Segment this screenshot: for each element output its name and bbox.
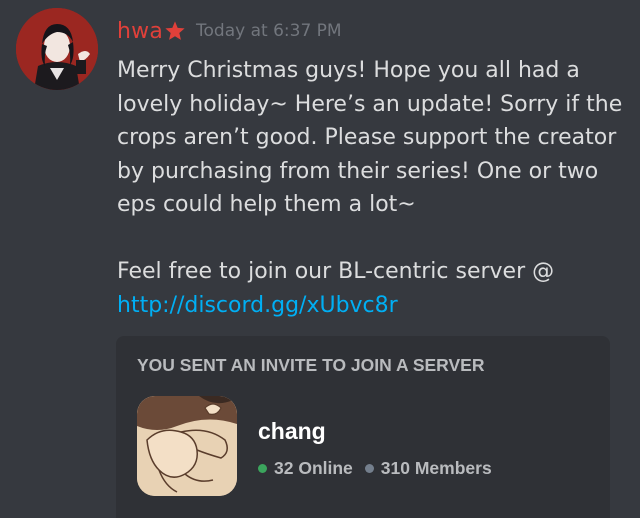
message-header: hwa Today at 6:37 PM (117, 14, 342, 48)
message-line: Merry Christmas guys! Hope you all had a (117, 58, 580, 83)
online-count: 32 Online (274, 458, 353, 478)
server-invite-card: YOU SENT AN INVITE TO JOIN A SERVER chan… (116, 336, 610, 518)
author-avatar[interactable] (16, 8, 98, 90)
member-count: 310 Members (380, 458, 492, 478)
message-content: Merry Christmas guys! Hope you all had a… (117, 54, 632, 322)
invite-title: YOU SENT AN INVITE TO JOIN A SERVER (137, 355, 485, 375)
message-line: Feel free to join our BL-centric server … (117, 259, 555, 284)
server-stats: 32 Online 310 Members (258, 458, 492, 479)
online-status-dot (258, 464, 267, 473)
avatar-icon (16, 8, 98, 90)
invite-link[interactable]: http://discord.gg/xUbvc8r (117, 293, 398, 318)
star-icon (164, 20, 186, 42)
members-status-dot (364, 464, 374, 473)
message-line: lovely holiday~ Here’s an update! Sorry … (117, 91, 623, 117)
author-username[interactable]: hwa (117, 19, 163, 44)
message-line: crops aren’t good. Please support the cr… (117, 125, 617, 150)
message-line: by purchasing from their series! One or … (117, 158, 599, 184)
message-timestamp: Today at 6:37 PM (196, 21, 342, 41)
server-name[interactable]: chang (258, 418, 326, 445)
message-line: eps could help them a lot~ (117, 192, 416, 217)
server-icon[interactable] (137, 396, 237, 496)
server-image-icon (137, 396, 237, 496)
